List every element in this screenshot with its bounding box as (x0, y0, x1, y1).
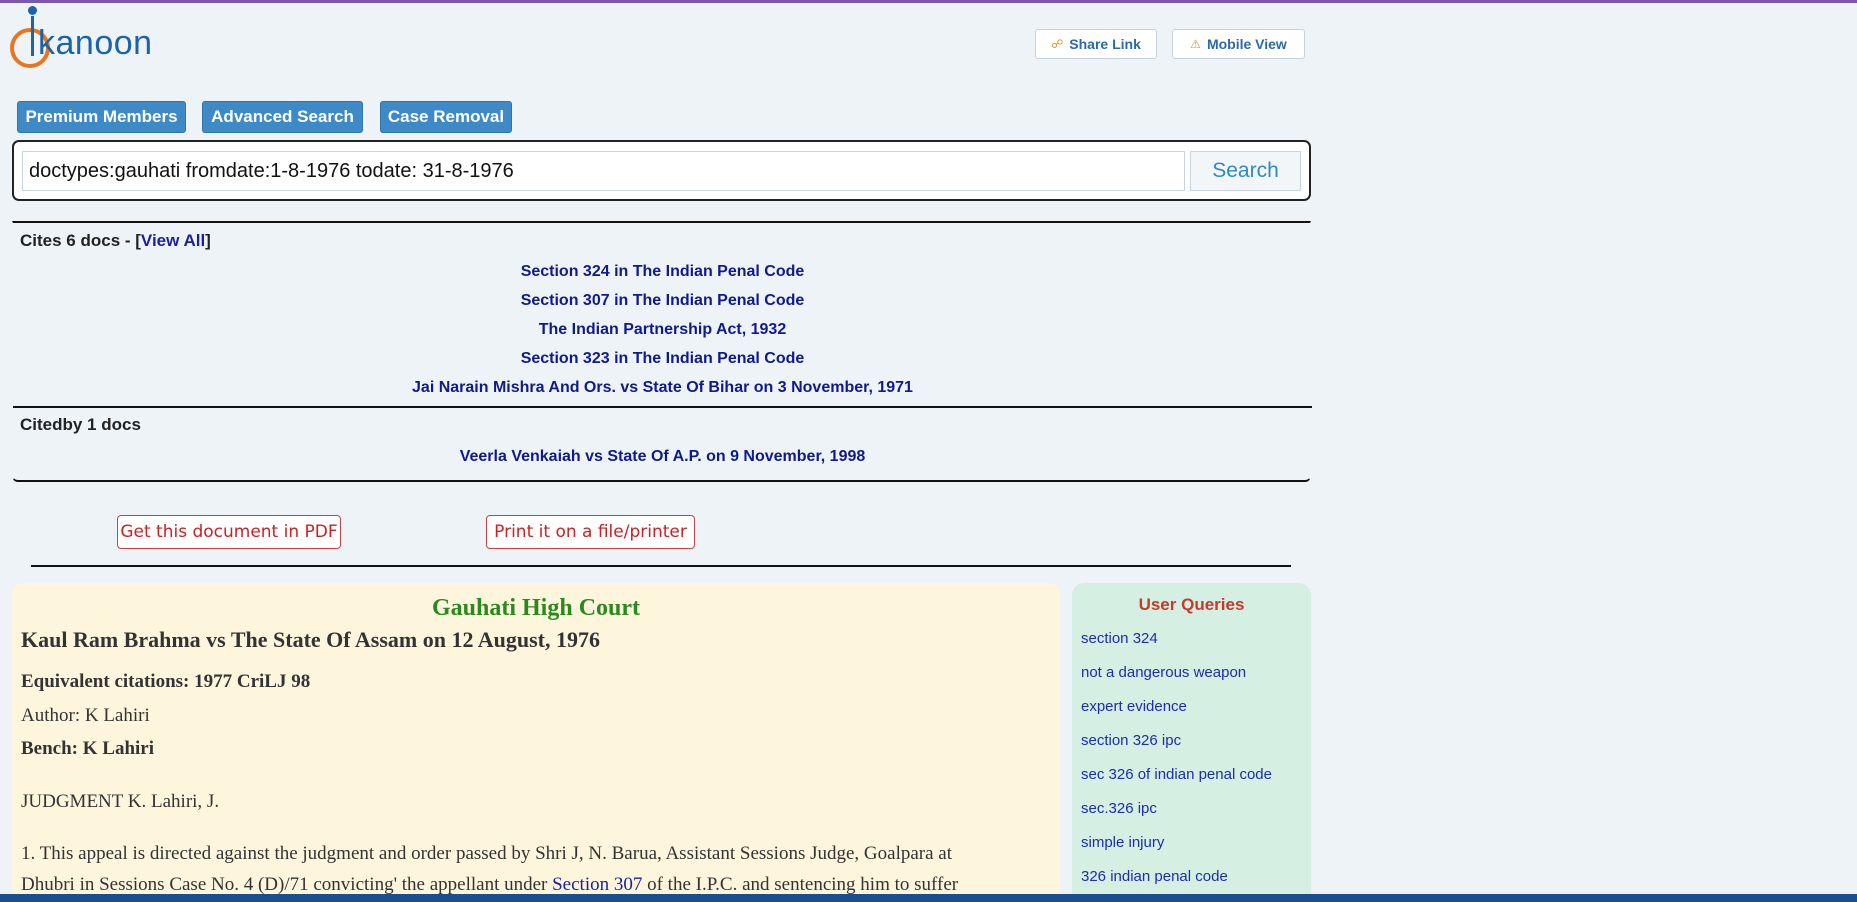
divider (31, 565, 1291, 567)
mobile-view-label: Mobile View (1206, 36, 1287, 52)
indian-kanoon-logo[interactable]: kanoon (10, 4, 170, 68)
taskbar-strip (0, 894, 1857, 902)
user-queries-panel: User Queries section 324 not a dangerous… (1072, 583, 1311, 902)
divider (13, 406, 1312, 408)
query-link[interactable]: sec.326 ipc (1081, 800, 1157, 817)
paragraph-text: Dhubri in Sessions Case No. 4 (D)/71 con… (21, 874, 553, 895)
user-queries-title: User Queries (1138, 595, 1245, 614)
query-link[interactable]: not a dangerous weapon (1081, 664, 1246, 681)
cites-count-label: Cites 6 docs - [ (20, 231, 141, 250)
logo-stem-icon (31, 16, 34, 56)
query-link[interactable]: section 324 (1081, 630, 1158, 647)
warning-icon: ⚠ (1190, 37, 1201, 51)
logo-dot-icon (28, 6, 37, 15)
cite-link[interactable]: Section 323 in The Indian Penal Code (13, 350, 1312, 368)
search-button[interactable]: Search (1190, 151, 1301, 191)
section-307-link[interactable]: Section 307 (552, 874, 642, 895)
case-title: Kaul Ram Brahma vs The State Of Assam on… (21, 627, 600, 652)
court-name: Gauhati High Court (431, 595, 641, 621)
view-all-link[interactable]: View All (141, 231, 205, 250)
citedby-link[interactable]: Veerla Venkaiah vs State Of A.P. on 9 No… (13, 448, 1312, 466)
query-link[interactable]: expert evidence (1081, 698, 1187, 715)
search-form: Search (12, 140, 1311, 201)
judgment-paragraph: 1. This appeal is directed against the j… (21, 843, 952, 864)
equivalent-citations: Equivalent citations: 1977 CriLJ 98 (21, 671, 311, 692)
premium-members-button[interactable]: Premium Members (17, 101, 186, 133)
judgment-document: Gauhati High Court Kaul Ram Brahma vs Th… (12, 583, 1060, 902)
share-link-button[interactable]: ☍ Share Link (1035, 29, 1157, 59)
link-icon: ☍ (1051, 37, 1064, 51)
search-input[interactable] (22, 151, 1185, 191)
top-accent-bar (0, 0, 1857, 3)
query-link[interactable]: simple injury (1081, 834, 1164, 851)
logo-text: kanoon (38, 24, 153, 62)
print-button[interactable]: Print it on a file/printer (486, 515, 695, 549)
cite-link[interactable]: Section 307 in The Indian Penal Code (13, 292, 1312, 310)
cites-bracket: ] (205, 231, 211, 250)
citations-panel: Cites 6 docs - [View All] Section 324 in… (12, 221, 1312, 482)
case-removal-button[interactable]: Case Removal (380, 101, 512, 133)
bench: Bench: K Lahiri (21, 738, 155, 759)
judgment-line: JUDGMENT K. Lahiri, J. (21, 791, 220, 812)
get-pdf-button[interactable]: Get this document in PDF (117, 515, 341, 549)
cite-link[interactable]: The Indian Partnership Act, 1932 (13, 321, 1312, 339)
citedby-heading: Citedby 1 docs (20, 415, 141, 434)
advanced-search-button[interactable]: Advanced Search (202, 101, 363, 133)
query-link[interactable]: 326 indian penal code (1081, 868, 1228, 885)
mobile-view-button[interactable]: ⚠ Mobile View (1172, 29, 1305, 59)
paragraph-text: of the I.P.C. and sentencing him to suff… (642, 874, 959, 895)
author: Author: K Lahiri (21, 705, 150, 726)
query-link[interactable]: sec 326 of indian penal code (1081, 766, 1272, 783)
query-link[interactable]: section 326 ipc (1081, 732, 1181, 749)
cite-link[interactable]: Section 324 in The Indian Penal Code (13, 263, 1312, 281)
share-link-label: Share Link (1069, 36, 1141, 52)
judgment-paragraph: Dhubri in Sessions Case No. 4 (D)/71 con… (21, 874, 1060, 896)
cite-link[interactable]: Jai Narain Mishra And Ors. vs State Of B… (13, 379, 1312, 397)
cites-heading: Cites 6 docs - [View All] (20, 231, 211, 251)
